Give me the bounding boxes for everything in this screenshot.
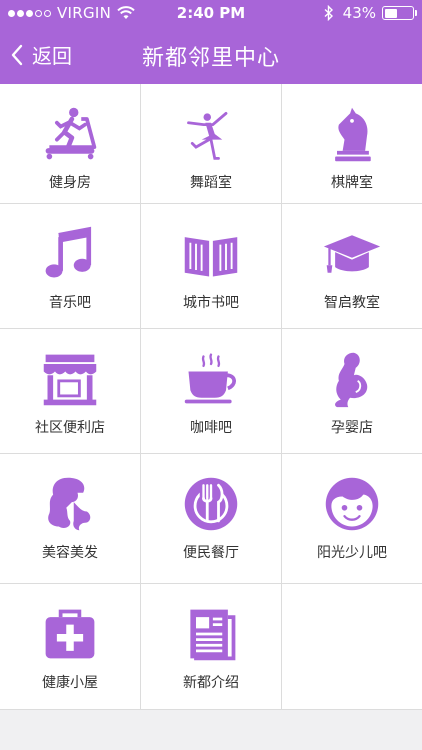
service-item[interactable]: 音乐吧: [0, 204, 141, 328]
service-item[interactable]: 咖啡吧: [141, 329, 282, 453]
chevron-left-icon: [11, 44, 23, 65]
medical-kit-icon: [38, 602, 102, 666]
service-item[interactable]: 社区便利店: [0, 329, 141, 453]
back-button[interactable]: 返回: [10, 40, 72, 69]
hair-salon-icon: [38, 472, 102, 536]
coffee-cup-icon: [179, 347, 243, 411]
service-item[interactable]: 孕婴店: [282, 329, 422, 453]
status-right: 43%: [323, 4, 417, 22]
app-screen: VIRGIN 2:40 PM 43% 返回 新都邻里中心 健身房 舞蹈室 棋牌室…: [0, 0, 422, 750]
service-label: 阳光少儿吧: [317, 545, 387, 561]
bluetooth-icon: [324, 5, 333, 21]
service-item[interactable]: 便民餐厅: [141, 454, 282, 583]
status-bar: VIRGIN 2:40 PM 43%: [0, 0, 422, 26]
grid-row: 美容美发 便民餐厅 阳光少儿吧: [0, 454, 422, 584]
header: VIRGIN 2:40 PM 43% 返回 新都邻里中心: [0, 0, 422, 84]
service-label: 城市书吧: [183, 295, 239, 311]
service-item[interactable]: 新都介绍: [141, 584, 282, 709]
storefront-icon: [38, 347, 102, 411]
service-label: 咖啡吧: [190, 420, 232, 436]
open-book-icon: [179, 222, 243, 286]
child-face-icon: [320, 472, 384, 536]
service-label: 健身房: [49, 175, 91, 191]
service-grid: 健身房 舞蹈室 棋牌室 音乐吧 城市书吧 智启教室 社区便利店 咖啡吧 孕婴店 …: [0, 84, 422, 710]
battery-percent: 43%: [342, 4, 376, 22]
grid-row: 社区便利店 咖啡吧 孕婴店: [0, 329, 422, 454]
service-item[interactable]: 智启教室: [282, 204, 422, 328]
service-item[interactable]: 健康小屋: [0, 584, 141, 709]
service-item[interactable]: 城市书吧: [141, 204, 282, 328]
treadmill-icon: [38, 102, 102, 166]
service-item[interactable]: 美容美发: [0, 454, 141, 583]
service-label: 社区便利店: [35, 420, 105, 436]
service-item[interactable]: 健身房: [0, 84, 141, 203]
newspaper-icon: [179, 602, 243, 666]
battery-level: [384, 8, 398, 18]
service-label: 舞蹈室: [190, 175, 232, 191]
chess-knight-icon: [320, 102, 384, 166]
music-note-icon: [38, 222, 102, 286]
service-item[interactable]: 阳光少儿吧: [282, 454, 422, 583]
battery-icon: [382, 6, 417, 20]
back-label: 返回: [32, 44, 72, 68]
service-label: 新都介绍: [183, 675, 239, 691]
restaurant-icon: [179, 472, 243, 536]
service-label: 音乐吧: [49, 295, 91, 311]
service-item[interactable]: 棋牌室: [282, 84, 422, 203]
nav-bar: 返回 新都邻里中心: [0, 26, 422, 84]
empty-cell: [282, 584, 422, 709]
graduation-cap-icon: [320, 222, 384, 286]
service-label: 健康小屋: [42, 675, 98, 691]
pregnant-woman-icon: [320, 347, 384, 411]
grid-row: 音乐吧 城市书吧 智启教室: [0, 204, 422, 329]
service-item[interactable]: 舞蹈室: [141, 84, 282, 203]
service-label: 智启教室: [324, 295, 380, 311]
grid-row: 健康小屋 新都介绍: [0, 584, 422, 710]
service-label: 孕婴店: [331, 420, 373, 436]
service-label: 美容美发: [42, 545, 98, 561]
service-label: 便民餐厅: [183, 545, 239, 561]
grid-row: 健身房 舞蹈室 棋牌室: [0, 84, 422, 204]
service-label: 棋牌室: [331, 175, 373, 191]
ballerina-icon: [179, 102, 243, 166]
